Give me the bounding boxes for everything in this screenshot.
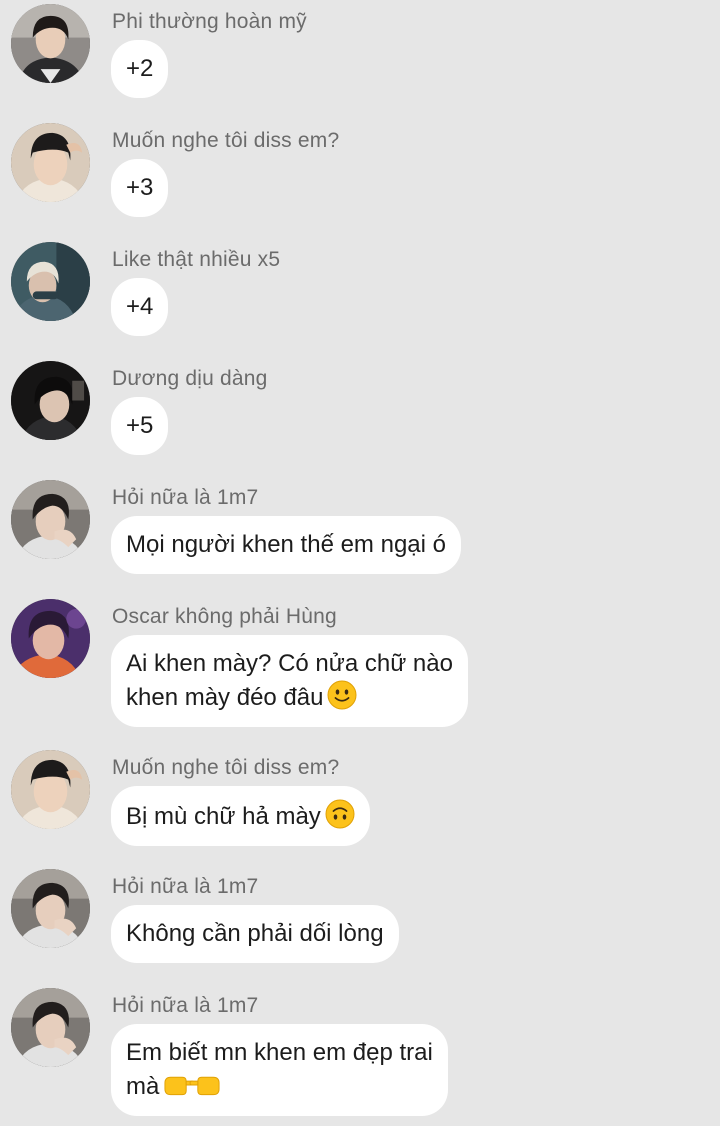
avatar[interactable] <box>11 750 90 829</box>
avatar-boy-dark-icon <box>11 361 90 440</box>
message-text: Bị mù chữ hả mày <box>126 803 321 830</box>
sender-name[interactable]: Muốn nghe tôi diss em? <box>112 129 339 153</box>
message-bubble[interactable]: Mọi người khen thế em ngại ó <box>111 516 461 574</box>
message-line-text: khen mày đéo đâu <box>126 684 324 711</box>
avatar-boy-fringe-icon <box>11 4 90 83</box>
message-line: mà <box>126 1069 433 1103</box>
message-bubble[interactable]: Bị mù chữ hả mày <box>111 786 370 846</box>
message-bubble[interactable]: +3 <box>111 159 169 217</box>
slightly-smiling-face-icon <box>327 680 357 710</box>
avatar[interactable] <box>11 4 90 83</box>
avatar-boy-beanie-icon <box>11 750 90 829</box>
sender-name[interactable]: Hỏi nữa là 1m7 <box>112 994 258 1018</box>
avatar[interactable] <box>11 599 90 678</box>
message-bubble[interactable]: +2 <box>111 40 169 98</box>
message-line: khen mày đéo đâu <box>126 680 453 714</box>
sender-name[interactable]: Phi thường hoàn mỹ <box>112 10 307 34</box>
chat-thread: Phi thường hoàn mỹ +2 Muốn nghe tôi diss… <box>0 0 720 1126</box>
sender-name[interactable]: Oscar không phải Hùng <box>112 605 337 629</box>
sender-name[interactable]: Hỏi nữa là 1m7 <box>112 875 258 899</box>
avatar-boy-hand-icon <box>11 988 90 1067</box>
avatar[interactable] <box>11 242 90 321</box>
avatar[interactable] <box>11 480 90 559</box>
message-bubble[interactable]: +5 <box>111 397 169 455</box>
pointing-fingers-icon <box>163 1069 221 1099</box>
avatar-boy-hand-icon <box>11 480 90 559</box>
avatar-boy-hand-icon <box>11 869 90 948</box>
avatar-boy-blond-icon <box>11 242 90 321</box>
message-line: Em biết mn khen em đẹp trai <box>126 1039 433 1066</box>
message-bubble[interactable]: Em biết mn khen em đẹp trai mà <box>111 1024 448 1116</box>
avatar-boy-beanie-icon <box>11 123 90 202</box>
sender-name[interactable]: Muốn nghe tôi diss em? <box>112 756 339 780</box>
sender-name[interactable]: Hỏi nữa là 1m7 <box>112 486 258 510</box>
avatar-boy-purple-icon <box>11 599 90 678</box>
avatar[interactable] <box>11 988 90 1067</box>
avatar[interactable] <box>11 869 90 948</box>
message-bubble[interactable]: Ai khen mày? Có nửa chữ nào khen mày đéo… <box>111 635 468 727</box>
message-bubble[interactable]: +4 <box>111 278 169 336</box>
message-bubble[interactable]: Không cần phải dối lòng <box>111 905 399 963</box>
message-line: Ai khen mày? Có nửa chữ nào <box>126 650 453 677</box>
sender-name[interactable]: Like thật nhiều x5 <box>112 248 280 272</box>
upside-down-face-icon <box>325 799 355 829</box>
avatar[interactable] <box>11 361 90 440</box>
message-line-text: mà <box>126 1073 160 1100</box>
sender-name[interactable]: Dương dịu dàng <box>112 367 268 391</box>
avatar[interactable] <box>11 123 90 202</box>
